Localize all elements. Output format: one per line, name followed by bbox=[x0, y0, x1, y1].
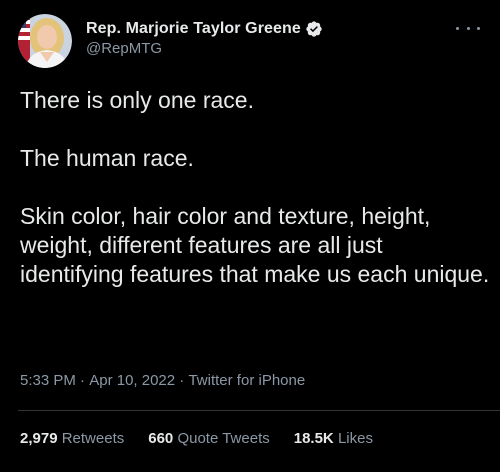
quote-tweets-label: Quote Tweets bbox=[177, 430, 270, 447]
more-dot bbox=[456, 26, 459, 30]
avatar[interactable] bbox=[18, 14, 72, 68]
likes-label: Likes bbox=[337, 430, 373, 447]
tweet-meta: 5:33 PM · Apr 10, 2022 · Twitter for iPh… bbox=[20, 372, 305, 389]
divider bbox=[18, 410, 500, 411]
display-name[interactable]: Rep. Marjorie Taylor Greene bbox=[86, 20, 301, 38]
tweet-text: There is only one race. The human race. … bbox=[20, 86, 490, 289]
avatar-image bbox=[18, 14, 72, 68]
retweets-count: 2,979 bbox=[20, 430, 58, 447]
display-name-row: Rep. Marjorie Taylor Greene bbox=[86, 20, 323, 38]
more-dot bbox=[477, 26, 480, 30]
tweet-header: Rep. Marjorie Taylor Greene @RepMTG bbox=[18, 14, 323, 68]
author-names: Rep. Marjorie Taylor Greene @RepMTG bbox=[86, 20, 323, 57]
likes-count: 18.5K bbox=[293, 430, 334, 447]
meta-separator: · bbox=[80, 372, 90, 389]
tweet-paragraph: The human race. bbox=[20, 145, 194, 171]
quote-tweets-count: 660 bbox=[148, 430, 174, 447]
author-handle[interactable]: @RepMTG bbox=[86, 40, 323, 57]
more-options-icon[interactable] bbox=[456, 22, 480, 34]
more-dot bbox=[466, 26, 470, 30]
retweets-label: Retweets bbox=[61, 430, 125, 447]
tweet-stats: 2,979 Retweets 660 Quote Tweets 18.5K Li… bbox=[20, 430, 397, 447]
quote-tweets-stat[interactable]: 660 Quote Tweets bbox=[148, 430, 269, 447]
tweet-card: Rep. Marjorie Taylor Greene @RepMTG Ther… bbox=[0, 0, 500, 472]
likes-stat[interactable]: 18.5K Likes bbox=[294, 430, 373, 447]
tweet-date[interactable]: Apr 10, 2022 bbox=[89, 372, 175, 389]
retweets-stat[interactable]: 2,979 Retweets bbox=[20, 430, 124, 447]
verified-badge-icon bbox=[305, 20, 323, 38]
tweet-time[interactable]: 5:33 PM bbox=[20, 372, 76, 389]
tweet-paragraph: Skin color, hair color and texture, heig… bbox=[20, 203, 490, 287]
tweet-source[interactable]: Twitter for iPhone bbox=[188, 372, 305, 389]
tweet-paragraph: There is only one race. bbox=[20, 87, 254, 113]
